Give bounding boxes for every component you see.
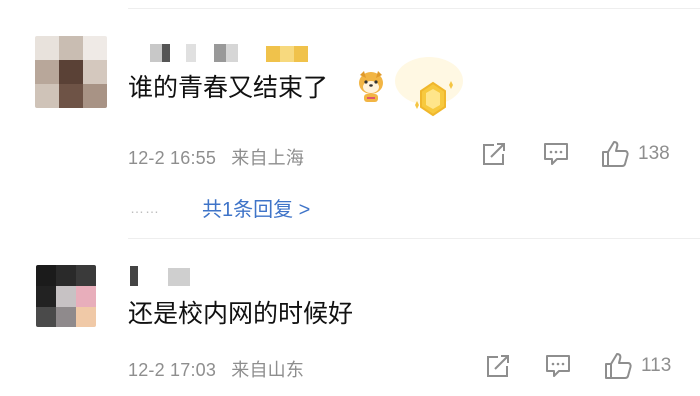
- thumbs-up-icon: [602, 141, 629, 167]
- comment-icon: [544, 143, 568, 165]
- comment-divider: [128, 238, 700, 239]
- comment-text: 还是校内网的时候好: [128, 300, 354, 328]
- thumbs-up-icon: [605, 353, 632, 379]
- reply-row: …… 共1条回复 >: [130, 193, 310, 222]
- avatar[interactable]: [36, 265, 96, 327]
- top-divider: [128, 8, 700, 9]
- share-icon: [483, 143, 505, 165]
- share-button[interactable]: [485, 353, 511, 379]
- comment-icon: [546, 355, 570, 377]
- avatar[interactable]: [35, 36, 107, 108]
- comment-time: 12-2 17:03: [128, 360, 217, 380]
- vip-badge-icon[interactable]: [395, 55, 465, 128]
- comment-location: 来自上海: [231, 148, 305, 168]
- username[interactable]: [128, 44, 328, 64]
- like-button[interactable]: 138: [600, 139, 670, 169]
- reply-dots: ……: [130, 199, 160, 216]
- comment-meta: 12-2 16:55 来自上海: [128, 144, 304, 170]
- view-replies-link[interactable]: 共1条回复 >: [202, 193, 310, 222]
- comment-location: 来自山东: [231, 360, 305, 380]
- comment-button[interactable]: [544, 353, 572, 379]
- like-count: 113: [641, 355, 672, 376]
- dog-emoji-icon: [355, 69, 387, 108]
- like-button[interactable]: 113: [603, 351, 671, 381]
- comment-meta: 12-2 17:03 来自山东: [128, 356, 304, 382]
- share-button[interactable]: [481, 141, 507, 167]
- share-icon: [487, 355, 509, 377]
- comment-button[interactable]: [542, 141, 570, 167]
- username[interactable]: [128, 266, 218, 286]
- comment-time: 12-2 16:55: [128, 148, 217, 168]
- comment-text: 谁的青春又结束了: [128, 74, 329, 102]
- like-count: 138: [638, 143, 670, 164]
